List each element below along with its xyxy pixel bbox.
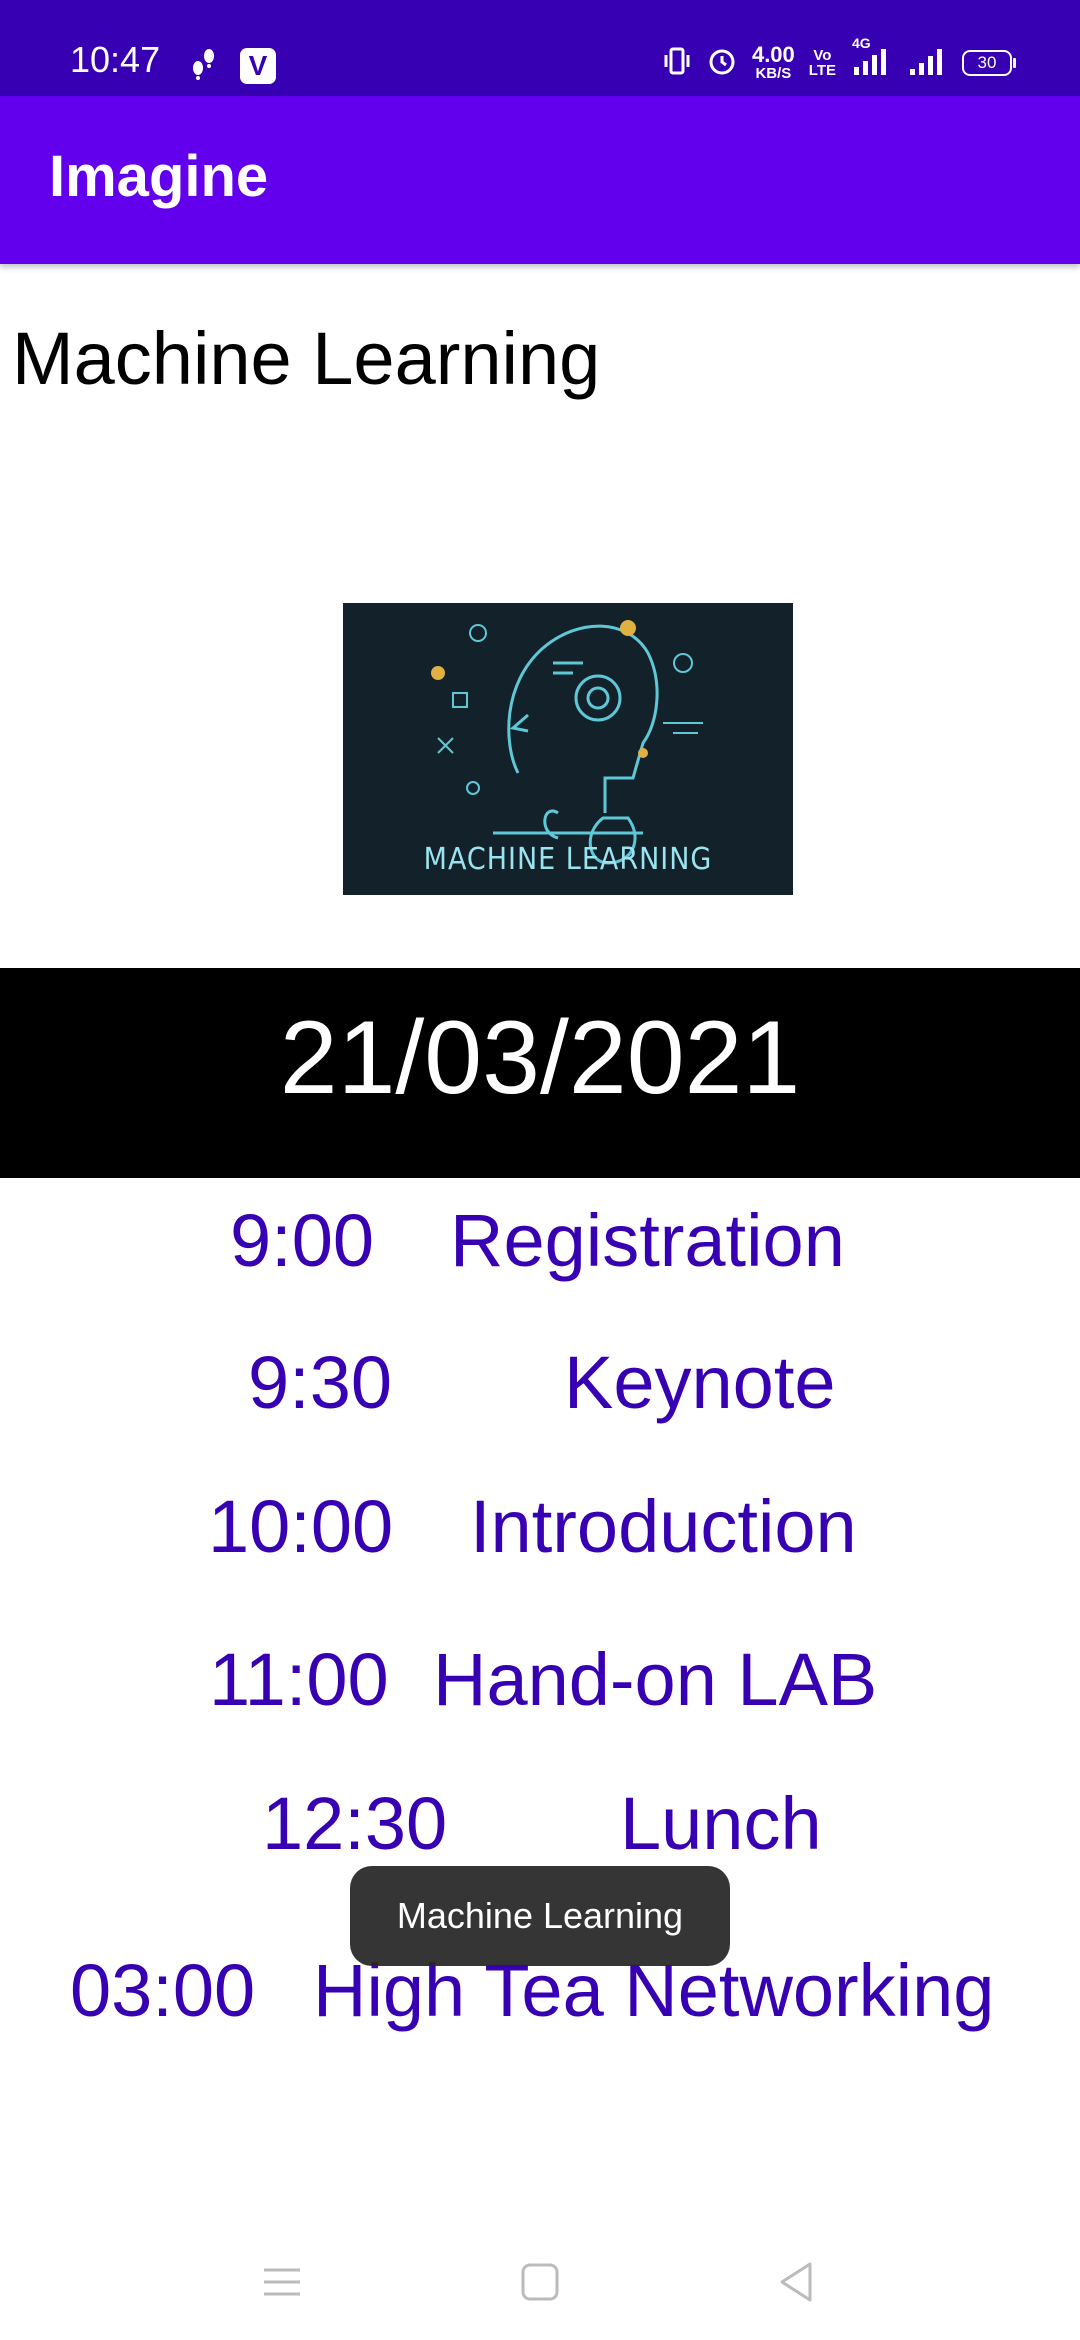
recents-icon[interactable] (252, 2252, 312, 2312)
schedule-time: 12:30 (262, 1782, 448, 1865)
machine-learning-image: MACHINE LEARNING (343, 603, 793, 895)
app-bar: Imagine (0, 96, 1080, 264)
schedule-time: 10:00 (208, 1485, 394, 1568)
page-heading: Machine Learning (12, 317, 601, 400)
signal-4g-icon: 4G (850, 35, 894, 82)
schedule-time: 03:00 (70, 1949, 256, 2032)
volte-indicator: Vo LTE (808, 47, 836, 79)
image-caption: MACHINE LEARNING (423, 842, 713, 877)
schedule-time: 11:00 (209, 1638, 389, 1721)
event-date: 21/03/2021 (279, 1000, 801, 1116)
battery-icon: 30 (962, 50, 1016, 76)
schedule-event: Registration (450, 1199, 845, 1282)
status-bar: 10:47 V 4.00 KB/S Vo LTE 4G 30 (0, 0, 1080, 96)
alarm-icon (706, 45, 738, 82)
home-icon[interactable] (510, 2252, 570, 2312)
schedule-time: 9:00 (230, 1199, 375, 1282)
footsteps-icon (190, 46, 216, 85)
status-time: 10:47 (70, 39, 161, 80)
network-speed: 4.00 KB/S (751, 42, 795, 82)
schedule-event: Introduction (470, 1485, 857, 1568)
app-title: Imagine (49, 144, 269, 209)
schedule-event: Keynote (564, 1341, 836, 1424)
date-banner: 21/03/2021 (0, 968, 1080, 1178)
back-icon[interactable] (766, 2252, 826, 2312)
signal-icon (908, 45, 948, 82)
toast-message: Machine Learning (350, 1866, 730, 1966)
vibrate-icon (662, 46, 692, 81)
schedule-event: Hand-on LAB (433, 1638, 878, 1721)
navigation-bar (0, 2230, 1080, 2340)
v-app-icon: V (240, 47, 276, 84)
schedule-event: Lunch (620, 1782, 822, 1865)
schedule-time: 9:30 (248, 1341, 393, 1424)
